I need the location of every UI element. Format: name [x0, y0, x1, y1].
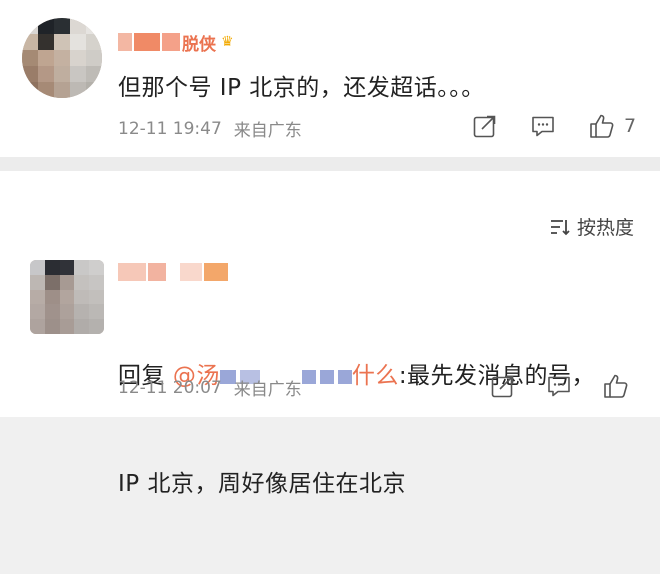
comment-meta: 12-11 20:07 来自广东 [118, 375, 302, 401]
like-count: 7 [624, 115, 637, 137]
like-button[interactable] [602, 372, 630, 400]
comment-time: 12-11 19:47 [118, 118, 222, 139]
sort-label: 按热度 [576, 217, 634, 239]
comment-card: 脱侠 ♛ 但那个号 IP 北京的，还发超话。。。 12-11 19:47 来自广… [0, 0, 660, 157]
sort-lines-icon [550, 219, 570, 235]
username[interactable]: 脱侠 ♛ [118, 30, 234, 55]
sort-bar: 按热度 [0, 157, 660, 240]
comment-location: 来自广东 [233, 380, 302, 400]
thumbs-up-icon [590, 114, 614, 138]
comment-location: 来自广东 [233, 121, 302, 141]
comment-button[interactable] [544, 371, 574, 401]
comment-card: 回复 @汤 什么:最先发消息的号， IP 北京，周好像居住在北京 12-11 20… [0, 240, 660, 497]
share-icon [491, 375, 514, 398]
crown-icon: ♛ [221, 34, 234, 50]
comment-text-line2: IP 北京，周好像居住在北京 [118, 471, 406, 497]
comment-icon [548, 376, 570, 397]
avatar[interactable] [22, 18, 102, 98]
comment-actions [488, 371, 630, 401]
username[interactable] [118, 260, 228, 284]
share-button[interactable] [488, 371, 518, 401]
comment-button[interactable] [528, 111, 558, 141]
avatar[interactable] [30, 260, 104, 334]
comment-actions: 7 [470, 111, 636, 141]
comment-meta: 12-11 19:47 来自广东 [118, 116, 302, 142]
thumbs-up-icon [604, 374, 628, 398]
comment-text: 回复 @汤 什么:最先发消息的号， IP 北京，周好像居住在北京 [118, 286, 595, 574]
share-button[interactable] [470, 111, 500, 141]
like-button[interactable]: 7 [588, 112, 636, 140]
comment-icon [532, 116, 554, 137]
comment-text: 但那个号 IP 北京的，还发超话。。。 [118, 75, 485, 101]
comment-time: 12-11 20:07 [118, 377, 222, 398]
share-icon [473, 115, 496, 138]
sort-by-hot-button[interactable]: 按热度 [549, 213, 634, 240]
